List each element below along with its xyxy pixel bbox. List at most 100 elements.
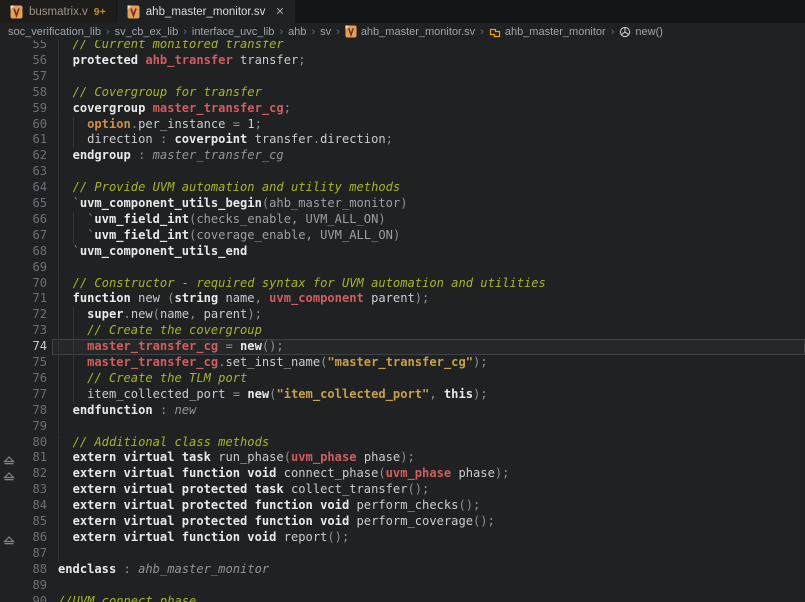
code-line-87[interactable]: 87 bbox=[0, 546, 805, 562]
line-number[interactable]: 65 bbox=[0, 196, 47, 212]
code-line-84[interactable]: 84 extern virtual protected function voi… bbox=[0, 498, 805, 514]
code-line-62[interactable]: 62 endgroup : master_transfer_cg bbox=[0, 148, 805, 164]
line-number[interactable]: 57 bbox=[0, 69, 47, 85]
code-line-77[interactable]: 77 item_collected_port = new("item_colle… bbox=[0, 387, 805, 403]
code-text: extern virtual function void connect_pha… bbox=[58, 466, 509, 482]
code-text: `uvm_component_utils_begin(ahb_master_mo… bbox=[58, 196, 408, 212]
code-text: extern virtual task run_phase(uvm_phase … bbox=[58, 450, 415, 466]
breadcrumb-item-file[interactable]: ahb_master_monitor.sv bbox=[361, 26, 475, 38]
code-text: //UVM connect_phase bbox=[58, 594, 196, 602]
line-number[interactable]: 85 bbox=[0, 514, 47, 530]
line-number[interactable]: 56 bbox=[0, 53, 47, 69]
breadcrumb-item-class[interactable]: ahb_master_monitor bbox=[505, 26, 606, 38]
line-number[interactable]: 90 bbox=[0, 594, 47, 602]
line-number[interactable]: 64 bbox=[0, 180, 47, 196]
code-editor[interactable]: 55 // Current monitored transfer56 prote… bbox=[0, 40, 805, 602]
line-number[interactable]: 89 bbox=[0, 578, 47, 594]
line-number[interactable]: 77 bbox=[0, 387, 47, 403]
code-line-80[interactable]: 80 // Additional class methods bbox=[0, 435, 805, 451]
line-number[interactable]: 63 bbox=[0, 164, 47, 180]
line-number[interactable]: 81 bbox=[0, 450, 47, 466]
verilog-file-icon bbox=[345, 25, 357, 38]
line-number[interactable]: 83 bbox=[0, 482, 47, 498]
code-text: // Create the covergroup bbox=[58, 323, 262, 339]
line-number[interactable]: 66 bbox=[0, 212, 47, 228]
code-line-64[interactable]: 64 // Provide UVM automation and utility… bbox=[0, 180, 805, 196]
code-line-59[interactable]: 59 covergroup master_transfer_cg; bbox=[0, 101, 805, 117]
code-line-69[interactable]: 69 bbox=[0, 260, 805, 276]
breadcrumb-item[interactable]: interface_uvc_lib bbox=[192, 26, 275, 38]
breadcrumb-item-method[interactable]: new() bbox=[635, 26, 663, 38]
class-icon bbox=[489, 26, 501, 38]
code-line-71[interactable]: 71 function new (string name, uvm_compon… bbox=[0, 291, 805, 307]
line-number[interactable]: 73 bbox=[0, 323, 47, 339]
line-number[interactable]: 74 bbox=[0, 339, 47, 355]
code-line-90[interactable]: 90 //UVM connect_phase bbox=[0, 594, 805, 602]
tab-problem-badge: 9+ bbox=[94, 6, 106, 18]
line-number[interactable]: 78 bbox=[0, 403, 47, 419]
code-line-78[interactable]: 78 endfunction : new bbox=[0, 403, 805, 419]
breadcrumb-item[interactable]: ahb bbox=[288, 26, 306, 38]
code-line-83[interactable]: 83 extern virtual protected task collect… bbox=[0, 482, 805, 498]
line-number[interactable]: 86 bbox=[0, 530, 47, 546]
code-line-82[interactable]: 82 extern virtual function void connect_… bbox=[0, 466, 805, 482]
tab-label: ahb_master_monitor.sv bbox=[146, 6, 266, 18]
line-number[interactable]: 79 bbox=[0, 419, 47, 435]
code-line-85[interactable]: 85 extern virtual protected function voi… bbox=[0, 514, 805, 530]
line-number[interactable]: 72 bbox=[0, 307, 47, 323]
breadcrumb-item[interactable]: soc_verification_lib bbox=[8, 26, 101, 38]
code-line-66[interactable]: 66 `uvm_field_int(checks_enable, UVM_ALL… bbox=[0, 212, 805, 228]
line-number[interactable]: 61 bbox=[0, 132, 47, 148]
code-line-67[interactable]: 67 `uvm_field_int(coverage_enable, UVM_A… bbox=[0, 228, 805, 244]
code-text: // Covergroup for transfer bbox=[58, 85, 262, 101]
tab-busmatrix[interactable]: busmatrix.v 9+ bbox=[0, 0, 116, 23]
breadcrumb-separator: › bbox=[310, 26, 316, 38]
code-line-73[interactable]: 73 // Create the covergroup bbox=[0, 323, 805, 339]
line-number[interactable]: 58 bbox=[0, 85, 47, 101]
code-line-75[interactable]: 75 master_transfer_cg.set_inst_name("mas… bbox=[0, 355, 805, 371]
line-number[interactable]: 70 bbox=[0, 276, 47, 292]
tab-ahb-master-monitor[interactable]: ahb_master_monitor.sv ✕ bbox=[117, 0, 295, 23]
code-line-58[interactable]: 58 // Covergroup for transfer bbox=[0, 85, 805, 101]
code-line-79[interactable]: 79 bbox=[0, 419, 805, 435]
line-number[interactable]: 68 bbox=[0, 244, 47, 260]
line-number[interactable]: 59 bbox=[0, 101, 47, 117]
breadcrumb-separator: › bbox=[479, 26, 485, 38]
line-number[interactable]: 75 bbox=[0, 355, 47, 371]
code-line-74[interactable]: 74 master_transfer_cg = new(); bbox=[0, 339, 805, 355]
code-text: master_transfer_cg = new(); bbox=[58, 339, 284, 355]
code-text: item_collected_port = new("item_collecte… bbox=[58, 387, 488, 403]
tab-close-icon[interactable]: ✕ bbox=[275, 5, 284, 18]
line-number[interactable]: 69 bbox=[0, 260, 47, 276]
line-number[interactable]: 88 bbox=[0, 562, 47, 578]
code-line-72[interactable]: 72 super.new(name, parent); bbox=[0, 307, 805, 323]
code-line-70[interactable]: 70 // Constructor - required syntax for … bbox=[0, 276, 805, 292]
line-number[interactable]: 55 bbox=[0, 40, 47, 53]
line-number[interactable]: 62 bbox=[0, 148, 47, 164]
code-line-76[interactable]: 76 // Create the TLM port bbox=[0, 371, 805, 387]
line-number[interactable]: 60 bbox=[0, 117, 47, 133]
line-number[interactable]: 71 bbox=[0, 291, 47, 307]
breadcrumb-item[interactable]: sv bbox=[320, 26, 331, 38]
code-line-55[interactable]: 55 // Current monitored transfer bbox=[0, 40, 805, 53]
line-number[interactable]: 87 bbox=[0, 546, 47, 562]
code-line-63[interactable]: 63 bbox=[0, 164, 805, 180]
code-line-88[interactable]: 88endclass : ahb_master_monitor bbox=[0, 562, 805, 578]
code-text: extern virtual function void report(); bbox=[58, 530, 349, 546]
line-number[interactable]: 67 bbox=[0, 228, 47, 244]
code-line-81[interactable]: 81 extern virtual task run_phase(uvm_pha… bbox=[0, 450, 805, 466]
code-line-60[interactable]: 60 option.per_instance = 1; bbox=[0, 117, 805, 133]
line-number[interactable]: 80 bbox=[0, 435, 47, 451]
breadcrumb-separator: › bbox=[278, 26, 284, 38]
line-number[interactable]: 76 bbox=[0, 371, 47, 387]
code-line-65[interactable]: 65 `uvm_component_utils_begin(ahb_master… bbox=[0, 196, 805, 212]
code-line-86[interactable]: 86 extern virtual function void report()… bbox=[0, 530, 805, 546]
line-number[interactable]: 82 bbox=[0, 466, 47, 482]
code-line-68[interactable]: 68 `uvm_component_utils_end bbox=[0, 244, 805, 260]
code-line-57[interactable]: 57 bbox=[0, 69, 805, 85]
code-line-89[interactable]: 89 bbox=[0, 578, 805, 594]
line-number[interactable]: 84 bbox=[0, 498, 47, 514]
code-line-61[interactable]: 61 direction : coverpoint transfer.direc… bbox=[0, 132, 805, 148]
code-line-56[interactable]: 56 protected ahb_transfer transfer; bbox=[0, 53, 805, 69]
breadcrumb-item[interactable]: sv_cb_ex_lib bbox=[115, 26, 179, 38]
